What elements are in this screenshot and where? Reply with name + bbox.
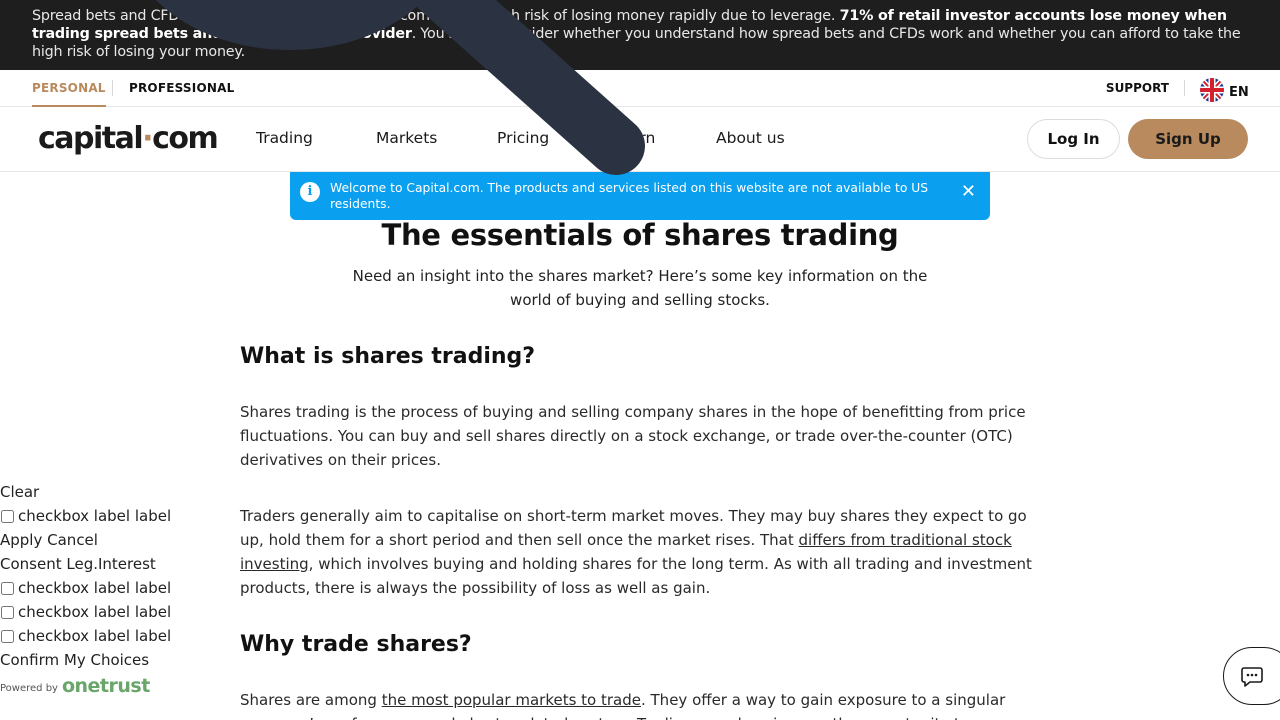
nav-item-about-us[interactable]: About us — [716, 129, 785, 147]
section-heading-why-trade: Why trade shares? — [240, 632, 472, 657]
logo-text-left: capital — [38, 121, 144, 156]
cookie-consent-panel: Clear checkbox label label Apply Cancel … — [0, 480, 200, 696]
cancel-button[interactable]: Cancel — [47, 528, 98, 552]
checkbox-label: checkbox label label — [18, 507, 172, 525]
consent-checkbox[interactable] — [1, 581, 14, 595]
chat-button[interactable] — [1223, 647, 1280, 705]
consent-headers: Consent Leg.Interest — [0, 552, 200, 576]
paragraph-3-text-a: Shares are among — [240, 691, 382, 709]
nav-item-trading[interactable]: Trading — [256, 129, 313, 147]
consent-checkbox[interactable] — [1, 629, 14, 643]
chat-icon — [1241, 667, 1263, 687]
consent-checkbox[interactable] — [1, 605, 14, 619]
logo-dot: · — [142, 121, 153, 156]
consent-checkbox-row: checkbox label label — [0, 600, 200, 624]
tab-professional[interactable]: PROFESSIONAL — [129, 70, 234, 107]
paragraph-3: Shares are among the most popular market… — [240, 688, 1040, 720]
nav-item-learn[interactable]: Learn — [612, 129, 655, 147]
capital-com-logo[interactable]: capital·com — [38, 121, 219, 156]
divider — [112, 80, 113, 96]
language-selector[interactable]: EN — [1200, 78, 1249, 106]
page-title: The essentials of shares trading — [381, 218, 899, 252]
onetrust-logo: onetrust — [61, 675, 150, 697]
section-heading-what-is: What is shares trading? — [240, 344, 536, 369]
apply-button[interactable]: Apply — [0, 528, 42, 552]
leg-interest-header: Leg.Interest — [66, 555, 156, 573]
confirm-choices-button[interactable]: Confirm My Choices — [0, 648, 200, 672]
powered-by-text: Powered by — [0, 683, 58, 694]
signup-button[interactable]: Sign Up — [1128, 119, 1248, 159]
consent-actions: Apply Cancel — [0, 528, 200, 552]
paragraph-2: Traders generally aim to capitalise on s… — [240, 504, 1040, 600]
consent-checkbox-row: checkbox label label — [0, 624, 200, 648]
notice-text: Welcome to Capital.com. The products and… — [330, 181, 929, 211]
risk-warning-banner: Spread bets and CFDs are complex instrum… — [0, 0, 1280, 70]
info-icon: i — [300, 182, 320, 202]
onetrust-powered-by[interactable]: Powered by onetrust — [0, 672, 200, 696]
nav-item-pricing[interactable]: Pricing — [497, 129, 549, 147]
paragraph-2-text-b: , which involves buying and holding shar… — [240, 555, 1032, 597]
risk-text-a: Spread bets and CFDs are complex instrum… — [32, 8, 840, 24]
close-icon[interactable]: ✕ — [961, 182, 976, 202]
uk-flag-icon — [1200, 78, 1224, 106]
consent-header: Consent — [0, 555, 62, 573]
consent-checkbox-row: checkbox label label — [0, 504, 200, 528]
paragraph-1: Shares trading is the process of buying … — [240, 403, 1026, 469]
clear-button[interactable]: Clear — [0, 480, 200, 504]
divider — [1184, 80, 1185, 96]
consent-checkbox-row: checkbox label label — [0, 576, 200, 600]
main-nav: capital·com Trading Markets Pricing Lear… — [0, 107, 1280, 172]
tab-personal[interactable]: PERSONAL — [32, 70, 106, 107]
checkbox-label: checkbox label label — [18, 627, 172, 645]
language-code: EN — [1229, 84, 1249, 100]
audience-bar: PERSONAL PROFESSIONAL SUPPORT EN — [0, 70, 1280, 107]
consent-checkbox[interactable] — [1, 509, 14, 523]
page-intro: Need an insight into the shares market? … — [352, 267, 928, 309]
checkbox-label: checkbox label label — [18, 579, 172, 597]
nav-item-markets[interactable]: Markets — [376, 129, 437, 147]
us-residents-notice: i Welcome to Capital.com. The products a… — [290, 172, 990, 220]
login-button[interactable]: Log In — [1027, 119, 1120, 159]
logo-text-right: com — [152, 121, 219, 156]
checkbox-label: checkbox label label — [18, 603, 172, 621]
popular-markets-link[interactable]: the most popular markets to trade — [382, 691, 641, 709]
support-link[interactable]: SUPPORT — [1106, 70, 1169, 106]
